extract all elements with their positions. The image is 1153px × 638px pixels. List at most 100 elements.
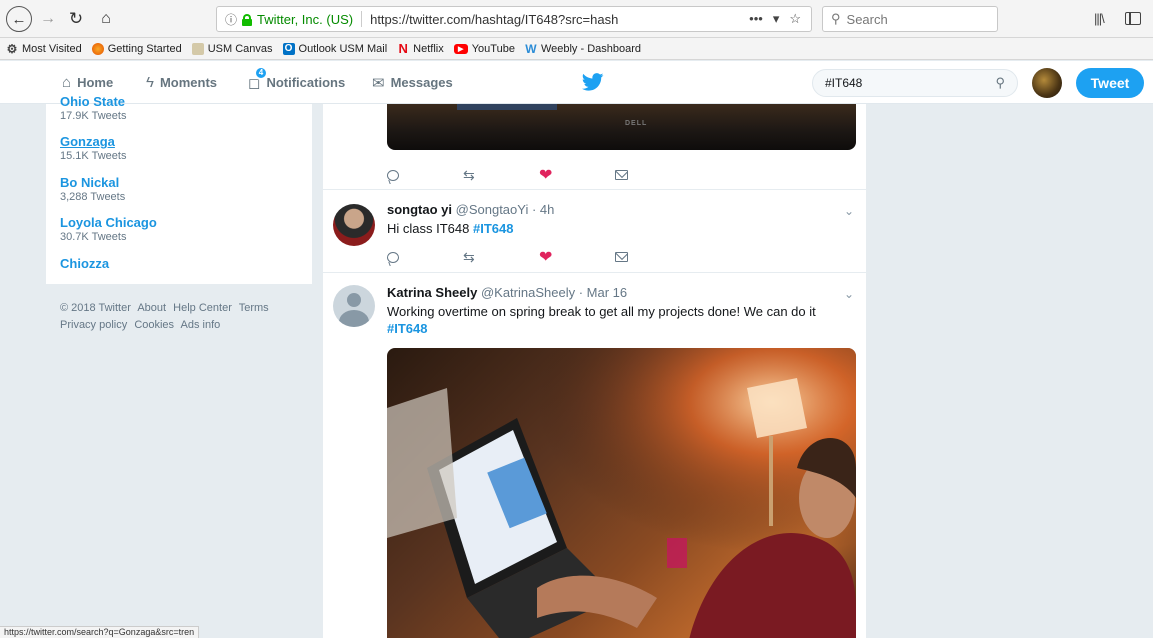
footer-link-cookies[interactable]: Cookies [134, 319, 174, 331]
tweet[interactable]: DELL ⇆ ❤ [323, 104, 866, 190]
arrow-left-icon: ← [11, 10, 27, 28]
trend-item[interactable]: Ohio State 17.9K Tweets [60, 94, 126, 122]
bookmark-youtube[interactable]: ▶ YouTube [453, 43, 515, 55]
avatar[interactable] [1032, 68, 1062, 98]
tweet-time[interactable]: · 4h [532, 202, 554, 217]
tweet-text: Hi class IT648 #IT648 [387, 221, 514, 236]
hashtag-link[interactable]: #IT648 [473, 221, 513, 236]
canvas-icon [191, 42, 204, 55]
browser-search-input[interactable]: ⚲ Search [822, 6, 998, 32]
twitter-bird-icon[interactable] [582, 73, 604, 91]
nav-notifications[interactable]: ◻ 4 Notifications [248, 61, 345, 104]
footer-links: © 2018 Twitter About Help Center Terms P… [60, 300, 300, 334]
bookmark-outlook[interactable]: O Outlook USM Mail [282, 42, 387, 55]
library-icon[interactable]: |||\ [1094, 11, 1105, 26]
pocket-icon[interactable]: ▾ [773, 11, 780, 27]
chevron-down-icon[interactable]: ⌄ [844, 204, 854, 218]
lock-icon[interactable] [242, 13, 253, 26]
bookmark-most-visited[interactable]: ⚙ Most Visited [6, 41, 82, 56]
footer-link-about[interactable]: About [137, 302, 166, 314]
reply-button[interactable] [387, 248, 463, 266]
browser-toolbar: ← → ↻ ⌂ ⓘ Twitter, Inc. (US) https://twi… [0, 0, 1153, 38]
bookmark-netflix[interactable]: N Netflix [397, 41, 443, 56]
envelope-icon [615, 170, 628, 180]
gear-icon: ⚙ [6, 41, 18, 56]
timeline: DELL ⇆ ❤ songtao yi @SongtaoYi · 4h ⌄ Hi… [323, 104, 866, 638]
home-button[interactable]: ⌂ [96, 8, 116, 30]
url-bar[interactable]: ⓘ Twitter, Inc. (US) https://twitter.com… [216, 6, 812, 32]
tweet-text: Working overtime on spring break to get … [387, 304, 816, 336]
dm-button[interactable] [615, 166, 691, 184]
trend-item[interactable]: Gonzaga 15.1K Tweets [60, 134, 126, 162]
home-icon: ⌂ [101, 10, 111, 27]
tweet-photo[interactable] [387, 348, 856, 638]
twitter-search-input[interactable]: #IT648 ⚲ [812, 69, 1018, 97]
firefox-icon [91, 42, 104, 55]
chevron-down-icon[interactable]: ⌄ [844, 287, 854, 301]
tweet-header: songtao yi @SongtaoYi · 4h [387, 202, 554, 217]
like-button[interactable]: ❤ [539, 248, 615, 266]
avatar[interactable] [333, 204, 375, 246]
tweet-photo[interactable]: DELL [387, 104, 856, 150]
weebly-icon: W [525, 41, 537, 56]
tweet-time[interactable]: · Mar 16 [579, 285, 627, 300]
footer-link-terms[interactable]: Terms [239, 302, 269, 314]
tweet[interactable]: songtao yi @SongtaoYi · 4h ⌄ Hi class IT… [323, 190, 866, 273]
info-icon[interactable]: ⓘ [225, 11, 237, 28]
site-identity[interactable]: Twitter, Inc. (US) [257, 12, 353, 27]
twitter-header: ⌂ Home ϟ Moments ◻ 4 Notifications ✉ Mes… [0, 61, 1153, 104]
reload-icon: ↻ [68, 9, 84, 28]
star-icon[interactable]: ☆ [789, 11, 801, 27]
tweet-button[interactable]: Tweet [1076, 68, 1144, 98]
reply-button[interactable] [387, 166, 463, 184]
tweet-handle[interactable]: @SongtaoYi [456, 202, 529, 217]
footer-link-ads[interactable]: Ads info [181, 319, 221, 331]
search-placeholder: Search [846, 11, 888, 27]
heart-icon: ❤ [539, 167, 553, 184]
tweet-actions: ⇆ ❤ [387, 166, 691, 184]
lightning-icon: ϟ [146, 74, 154, 91]
hashtag-link[interactable]: #IT648 [387, 321, 427, 336]
tweet-author[interactable]: songtao yi [387, 202, 452, 217]
sidebar-icon[interactable] [1125, 12, 1141, 25]
url-actions: ••• ▾ ☆ [749, 11, 801, 27]
footer-link-help[interactable]: Help Center [173, 302, 232, 314]
retweet-icon: ⇆ [463, 248, 475, 265]
avatar[interactable] [333, 285, 375, 327]
youtube-icon: ▶ [453, 43, 468, 54]
nav-moments[interactable]: ϟ Moments [146, 61, 217, 104]
reply-icon [387, 251, 399, 263]
heart-icon: ❤ [539, 249, 553, 266]
bookmark-usm-canvas[interactable]: USM Canvas [191, 42, 273, 55]
like-button[interactable]: ❤ [539, 166, 615, 184]
status-url: https://twitter.com/search?q=Gonzaga&src… [0, 626, 200, 638]
envelope-icon: ✉ [372, 74, 385, 92]
bookmark-weebly[interactable]: W Weebly - Dashboard [525, 41, 641, 56]
nav-messages[interactable]: ✉ Messages [372, 61, 453, 104]
search-icon: ⚲ [831, 11, 841, 26]
forward-button[interactable]: → [38, 8, 58, 30]
bookmarks-bar: ⚙ Most Visited Getting Started USM Canva… [0, 38, 1153, 60]
trend-item[interactable]: Chiozza [60, 256, 109, 271]
dm-button[interactable] [615, 248, 691, 266]
trends-panel: Ohio State 17.9K Tweets Gonzaga 15.1K Tw… [46, 94, 312, 284]
footer-link-privacy[interactable]: Privacy policy [60, 319, 127, 331]
search-icon[interactable]: ⚲ [995, 75, 1005, 91]
tweet-handle[interactable]: @KatrinaSheely [481, 285, 575, 300]
photo-brand: DELL [625, 120, 648, 127]
trend-item[interactable]: Bo Nickal 3,288 Tweets [60, 175, 125, 203]
photo-scene [387, 348, 856, 638]
trend-item[interactable]: Loyola Chicago 30.7K Tweets [60, 215, 157, 243]
tweet-author[interactable]: Katrina Sheely [387, 285, 477, 300]
more-icon[interactable]: ••• [749, 11, 763, 27]
bookmark-getting-started[interactable]: Getting Started [91, 42, 182, 55]
netflix-icon: N [398, 41, 408, 56]
arrow-right-icon: → [40, 10, 56, 27]
retweet-button[interactable]: ⇆ [463, 248, 539, 266]
back-button[interactable]: ← [6, 6, 32, 32]
url-text[interactable]: https://twitter.com/hashtag/IT648?src=ha… [370, 12, 749, 27]
retweet-button[interactable]: ⇆ [463, 166, 539, 184]
reload-button[interactable]: ↻ [66, 8, 86, 30]
retweet-icon: ⇆ [463, 166, 475, 183]
footer-copyright: © 2018 Twitter [60, 302, 131, 314]
